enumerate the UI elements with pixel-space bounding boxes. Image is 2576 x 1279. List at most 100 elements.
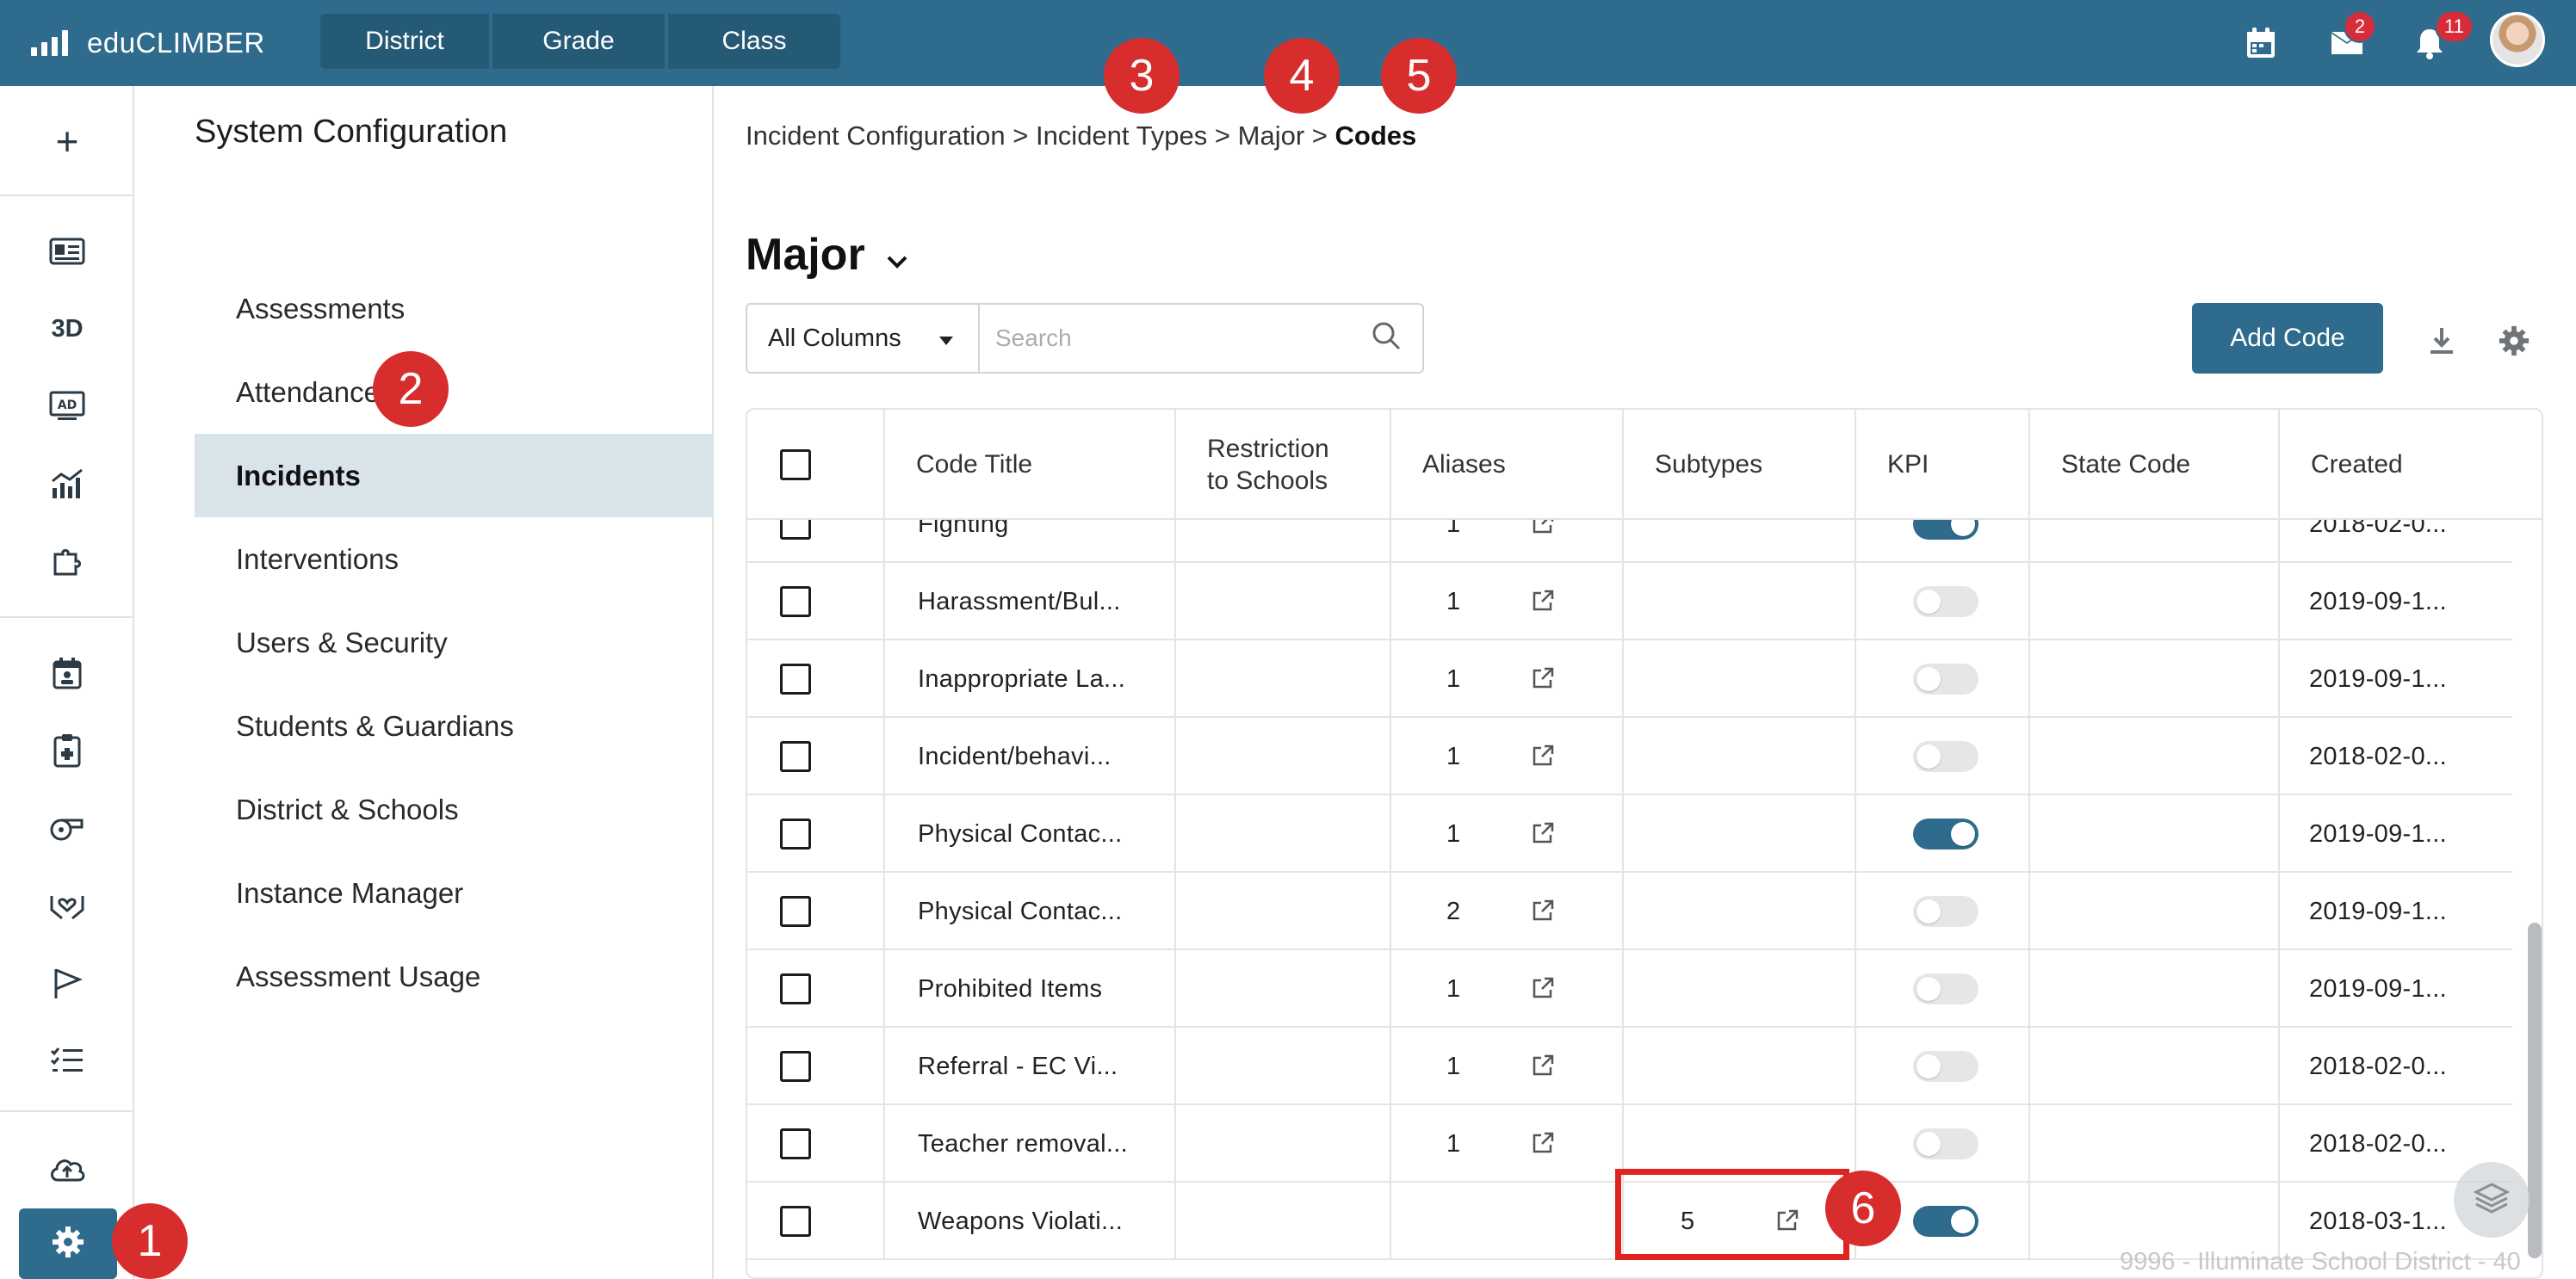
app-name: eduCLIMBER	[87, 27, 265, 59]
tab-class[interactable]: Class	[668, 14, 840, 69]
row-checkbox[interactable]	[780, 1051, 811, 1082]
logo-bars-icon	[31, 30, 68, 56]
kpi-toggle[interactable]	[1913, 586, 1978, 617]
row-checkbox[interactable]	[780, 896, 811, 927]
calendar-person-icon[interactable]	[0, 642, 134, 704]
clipboard-icon[interactable]	[0, 720, 134, 782]
kpi-toggle[interactable]	[1913, 664, 1978, 695]
kpi-toggle[interactable]	[1913, 520, 1978, 540]
config-item-interventions[interactable]: Interventions	[195, 517, 714, 601]
kpi-toggle[interactable]	[1913, 1128, 1978, 1159]
incident-type-dropdown[interactable]: Major	[746, 229, 908, 281]
header-kpi[interactable]: KPI	[1856, 410, 2030, 520]
open-aliases-icon[interactable]	[1531, 1131, 1557, 1157]
calendar-icon[interactable]	[2239, 21, 2283, 65]
search-icon[interactable]	[1371, 320, 1402, 357]
breadcrumb-incident-configuration[interactable]: Incident Configuration	[746, 120, 1006, 151]
select-all-checkbox[interactable]	[780, 449, 811, 480]
checklist-icon[interactable]	[0, 1029, 134, 1091]
kpi-toggle[interactable]	[1913, 741, 1978, 772]
add-code-button[interactable]: Add Code	[2192, 303, 2383, 374]
open-aliases-icon[interactable]	[1531, 1053, 1557, 1079]
open-aliases-icon[interactable]	[1531, 899, 1557, 924]
app-logo[interactable]: eduCLIMBER	[31, 27, 265, 59]
header-aliases[interactable]: Aliases	[1391, 410, 1624, 520]
config-item-assessment-usage[interactable]: Assessment Usage	[195, 935, 714, 1018]
layers-fab[interactable]	[2454, 1162, 2530, 1238]
table-row[interactable]: Referral - EC Vi... 1 2018-02-0...	[747, 1028, 2512, 1105]
kpi-toggle[interactable]	[1913, 1051, 1978, 1082]
table-row[interactable]: Fighting 1 2018-02-0...	[747, 520, 2512, 563]
table-row[interactable]: Harassment/Bul... 1 2019-09-1...	[747, 563, 2512, 640]
config-item-assessments[interactable]: Assessments	[195, 267, 714, 350]
analytics-icon[interactable]	[0, 453, 134, 515]
table-row[interactable]: Physical Contac... 1 2019-09-1...	[747, 795, 2512, 873]
aliases-count: 1	[1446, 1129, 1461, 1158]
table-row[interactable]: Prohibited Items 1 2019-09-1...	[747, 950, 2512, 1028]
open-aliases-icon[interactable]	[1531, 666, 1557, 692]
open-aliases-icon[interactable]	[1531, 520, 1557, 537]
id-card-icon[interactable]	[0, 220, 134, 282]
settings-gear-icon[interactable]	[2495, 322, 2533, 360]
cell-code-title[interactable]: Physical Contac...	[885, 873, 1176, 950]
row-checkbox[interactable]	[780, 586, 811, 617]
kpi-toggle[interactable]	[1913, 819, 1978, 850]
search-input[interactable]: Search	[980, 305, 1422, 372]
breadcrumb-incident-types[interactable]: Incident Types	[1036, 120, 1207, 151]
column-select[interactable]: All Columns	[747, 305, 980, 372]
cell-code-title[interactable]: Teacher removal...	[885, 1105, 1176, 1183]
cell-code-title[interactable]: Inappropriate La...	[885, 640, 1176, 718]
whistle-icon[interactable]	[0, 797, 134, 859]
header-subtypes[interactable]: Subtypes	[1624, 410, 1856, 520]
config-item-users-security[interactable]: Users & Security	[195, 601, 714, 684]
kpi-toggle[interactable]	[1913, 896, 1978, 927]
callout-2: 2	[373, 351, 449, 427]
header-created[interactable]: Created	[2280, 410, 2542, 520]
config-item-students-guardians[interactable]: Students & Guardians	[195, 684, 714, 768]
row-checkbox[interactable]	[780, 664, 811, 695]
cell-code-title[interactable]: Prohibited Items	[885, 950, 1176, 1028]
config-item-incidents[interactable]: Incidents	[195, 434, 714, 517]
hands-heart-icon[interactable]	[0, 874, 134, 936]
open-aliases-icon[interactable]	[1531, 976, 1557, 1002]
table-row[interactable]: Physical Contac... 2 2019-09-1...	[747, 873, 2512, 950]
tab-district[interactable]: District	[320, 14, 489, 69]
kpi-toggle[interactable]	[1913, 1206, 1978, 1237]
cell-code-title[interactable]: Physical Contac...	[885, 795, 1176, 873]
flag-icon[interactable]	[0, 952, 134, 1014]
row-checkbox[interactable]	[780, 741, 811, 772]
header-state-code[interactable]: State Code	[2030, 410, 2280, 520]
config-item-attendance[interactable]: Attendance	[195, 350, 714, 434]
table-row[interactable]: Incident/behavi... 1 2018-02-0...	[747, 718, 2512, 795]
download-icon[interactable]	[2423, 322, 2461, 360]
settings-button[interactable]	[19, 1208, 117, 1279]
cell-code-title[interactable]: Referral - EC Vi...	[885, 1028, 1176, 1105]
config-item-instance-manager[interactable]: Instance Manager	[195, 851, 714, 935]
open-aliases-icon[interactable]	[1531, 744, 1557, 769]
upload-cloud-icon[interactable]	[0, 1138, 134, 1200]
ad-icon[interactable]: AD	[0, 375, 134, 437]
row-checkbox[interactable]	[780, 520, 811, 540]
header-code-title[interactable]: Code Title	[885, 410, 1176, 520]
table-row[interactable]: Inappropriate La... 1 2019-09-1...	[747, 640, 2512, 718]
open-aliases-icon[interactable]	[1531, 821, 1557, 847]
user-avatar[interactable]	[2490, 12, 2545, 67]
row-checkbox[interactable]	[780, 973, 811, 1004]
cell-code-title[interactable]: Weapons Violati...	[885, 1183, 1176, 1260]
header-restriction[interactable]: Restriction to Schools	[1176, 410, 1391, 520]
rail-3d-item[interactable]: 3D	[0, 298, 134, 360]
cell-code-title[interactable]: Incident/behavi...	[885, 718, 1176, 795]
cell-code-title[interactable]: Fighting	[885, 520, 1176, 563]
config-item-district-schools[interactable]: District & Schools	[195, 768, 714, 851]
breadcrumb-major[interactable]: Major	[1238, 120, 1305, 151]
table-scrollbar[interactable]	[2528, 923, 2542, 1258]
kpi-toggle[interactable]	[1913, 973, 1978, 1004]
row-checkbox[interactable]	[780, 819, 811, 850]
puzzle-icon[interactable]	[0, 530, 134, 592]
tab-grade[interactable]: Grade	[492, 14, 665, 69]
row-checkbox[interactable]	[780, 1206, 811, 1237]
add-icon[interactable]: +	[0, 110, 134, 172]
row-checkbox[interactable]	[780, 1128, 811, 1159]
open-aliases-icon[interactable]	[1531, 589, 1557, 615]
cell-code-title[interactable]: Harassment/Bul...	[885, 563, 1176, 640]
